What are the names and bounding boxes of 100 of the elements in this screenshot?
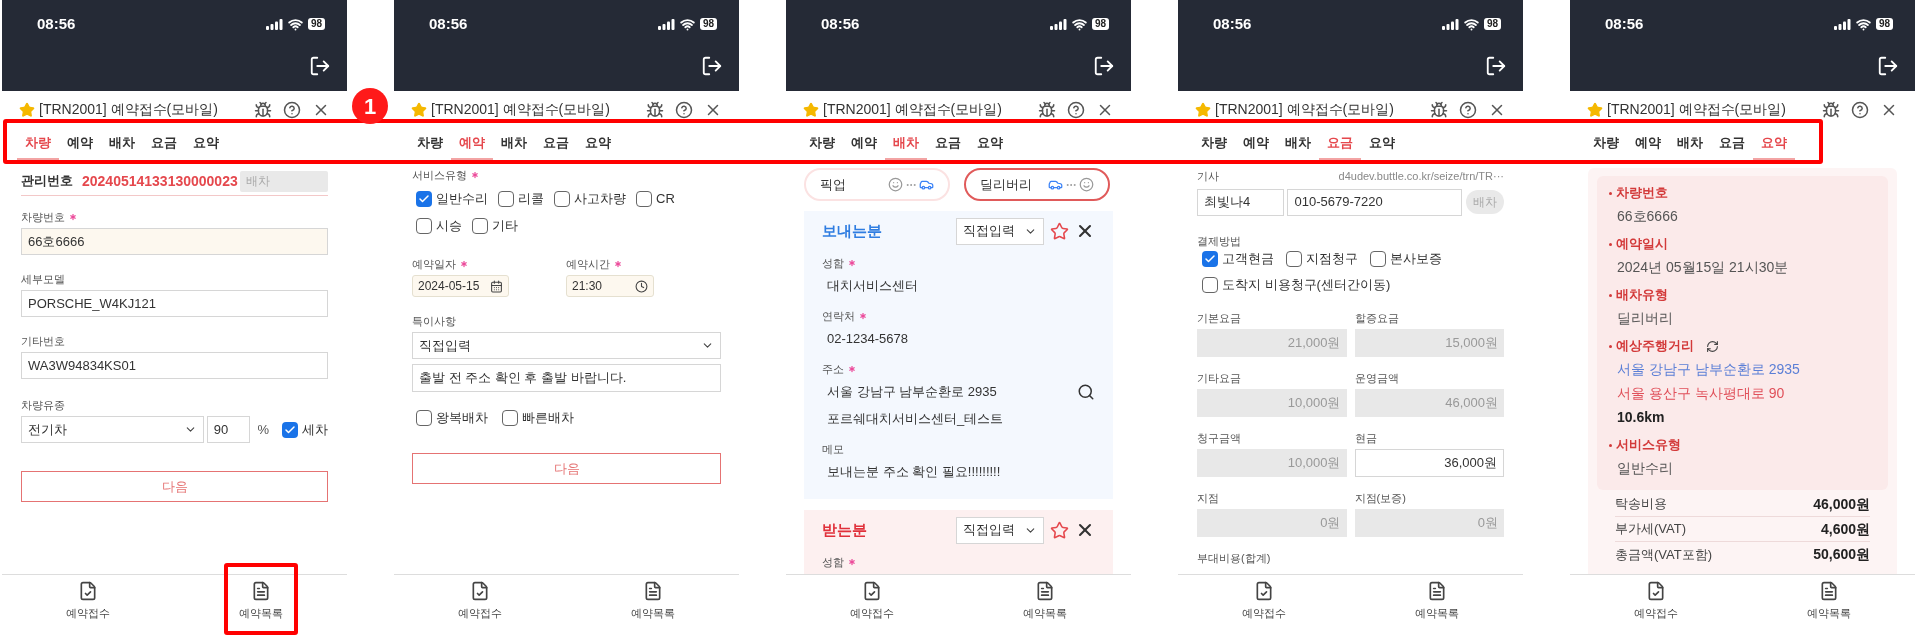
- select-field[interactable]: 직접입력: [956, 217, 1044, 245]
- tab[interactable]: 차량: [1585, 128, 1627, 160]
- select-field[interactable]: 직접입력: [412, 332, 721, 359]
- help-icon[interactable]: [1459, 100, 1477, 119]
- price-value: 46,000원: [1813, 494, 1870, 514]
- checkbox[interactable]: [472, 218, 488, 234]
- tab[interactable]: 요약: [969, 128, 1011, 160]
- logout-icon[interactable]: [309, 54, 331, 77]
- tab[interactable]: 예약: [59, 128, 101, 160]
- tab[interactable]: 배차: [101, 128, 143, 160]
- tab[interactable]: 차량: [801, 128, 843, 160]
- logout-icon[interactable]: [1093, 54, 1115, 77]
- time-field[interactable]: 21:30: [566, 275, 654, 297]
- bug-icon[interactable]: [1430, 100, 1448, 119]
- help-icon[interactable]: [1851, 100, 1869, 119]
- favorite-star-icon[interactable]: [1050, 221, 1069, 241]
- text-field[interactable]: 90: [206, 416, 251, 443]
- text-field[interactable]: WA3W94834KS01: [21, 352, 328, 379]
- tab[interactable]: 요약: [577, 128, 619, 160]
- checkbox-label: 본사보증: [1390, 249, 1442, 268]
- item-label: 예약일시: [1616, 235, 1668, 254]
- date-field[interactable]: 2024-05-15: [412, 275, 509, 297]
- logout-icon[interactable]: [701, 54, 723, 77]
- text-field[interactable]: 66호6666: [21, 228, 328, 255]
- amount-field[interactable]: 36,000원: [1354, 448, 1504, 477]
- nav-item[interactable]: 예약접수: [786, 575, 959, 635]
- checkbox-label: 빠른배차: [522, 409, 574, 428]
- checkbox[interactable]: [416, 218, 432, 234]
- tab[interactable]: 차량: [1193, 128, 1235, 160]
- checkbox[interactable]: [1286, 250, 1302, 267]
- select-field[interactable]: 전기차: [21, 416, 204, 443]
- tab[interactable]: 차량: [17, 128, 59, 160]
- checkbox[interactable]: [416, 410, 432, 426]
- nav-item[interactable]: 예약접수: [2, 575, 175, 635]
- favorite-star-icon[interactable]: [19, 101, 35, 118]
- bug-icon[interactable]: [254, 100, 272, 119]
- checkbox[interactable]: [1202, 250, 1218, 267]
- logout-icon[interactable]: [1485, 54, 1507, 77]
- tab[interactable]: 요금: [143, 128, 185, 160]
- tab[interactable]: 차량: [409, 128, 451, 160]
- bug-icon[interactable]: [1822, 100, 1840, 119]
- tab[interactable]: 예약: [1627, 128, 1669, 160]
- favorite-star-icon[interactable]: [1587, 101, 1603, 118]
- tab[interactable]: 배차: [1669, 128, 1711, 160]
- nav-item[interactable]: 예약목록: [566, 575, 739, 635]
- tab[interactable]: 요금: [1319, 128, 1361, 160]
- nav-item[interactable]: 예약목록: [1742, 575, 1915, 635]
- text-field[interactable]: PORSCHE_W4KJ121: [21, 290, 328, 317]
- tab[interactable]: 예약: [451, 128, 493, 160]
- mode-toggle[interactable]: 픽업: [804, 168, 950, 201]
- item-value: 서울 강남구 남부순환로 2935: [1617, 361, 1800, 377]
- checkbox[interactable]: [498, 191, 514, 207]
- step-badge: 1: [352, 88, 388, 124]
- tab[interactable]: 배차: [493, 128, 535, 160]
- unit-text: %: [257, 420, 269, 439]
- nav-item[interactable]: 예약목록: [174, 575, 347, 635]
- select-field[interactable]: 직접입력: [956, 516, 1044, 544]
- tab[interactable]: 예약: [843, 128, 885, 160]
- refresh-icon[interactable]: [1706, 339, 1719, 353]
- help-icon[interactable]: [283, 100, 301, 119]
- tab[interactable]: 요금: [1711, 128, 1753, 160]
- help-icon[interactable]: [1067, 100, 1085, 119]
- clock-icon: [635, 279, 648, 293]
- favorite-star-icon[interactable]: [1195, 101, 1211, 118]
- nav-item[interactable]: 예약접수: [1178, 575, 1351, 635]
- favorite-star-icon[interactable]: [803, 101, 819, 118]
- checkbox[interactable]: [1370, 250, 1386, 267]
- tab[interactable]: 요금: [927, 128, 969, 160]
- tab[interactable]: 배차: [885, 128, 927, 160]
- window-title: [TRN2001] 예약접수(모바일): [431, 100, 610, 119]
- tab[interactable]: 요금: [535, 128, 577, 160]
- text-field[interactable]: 010-5679-7220: [1287, 188, 1463, 216]
- favorite-star-icon[interactable]: [411, 101, 427, 118]
- tab[interactable]: 요약: [185, 128, 227, 160]
- nav-item[interactable]: 예약목록: [958, 575, 1131, 635]
- tab[interactable]: 요약: [1361, 128, 1403, 160]
- checkbox[interactable]: [636, 191, 652, 207]
- tab[interactable]: 배차: [1277, 128, 1319, 160]
- text-field[interactable]: 출발 전 주소 확인 후 출발 바랍니다.: [412, 364, 721, 392]
- tab[interactable]: 요약: [1753, 128, 1795, 160]
- checkbox[interactable]: [282, 421, 298, 438]
- clock-text: 08:56: [1605, 14, 1644, 34]
- tab[interactable]: 예약: [1235, 128, 1277, 160]
- nav-item[interactable]: 예약접수: [394, 575, 567, 635]
- checkbox[interactable]: [1202, 276, 1218, 293]
- logout-icon[interactable]: [1877, 54, 1899, 77]
- checkbox[interactable]: [416, 191, 432, 207]
- bug-icon[interactable]: [1038, 100, 1056, 119]
- bullet-icon: [1609, 191, 1612, 195]
- nav-item[interactable]: 예약목록: [1350, 575, 1523, 635]
- mode-toggle[interactable]: 딜리버리: [964, 168, 1110, 201]
- nav-item[interactable]: 예약접수: [1570, 575, 1743, 635]
- checkbox[interactable]: [502, 410, 518, 426]
- checkbox[interactable]: [554, 191, 570, 207]
- bug-icon[interactable]: [646, 100, 664, 119]
- favorite-star-icon[interactable]: [1050, 520, 1069, 540]
- document-check-icon: [862, 581, 883, 601]
- help-icon[interactable]: [675, 100, 693, 119]
- text-field[interactable]: 최빛나4: [1197, 188, 1285, 216]
- search-icon[interactable]: [1077, 383, 1095, 401]
